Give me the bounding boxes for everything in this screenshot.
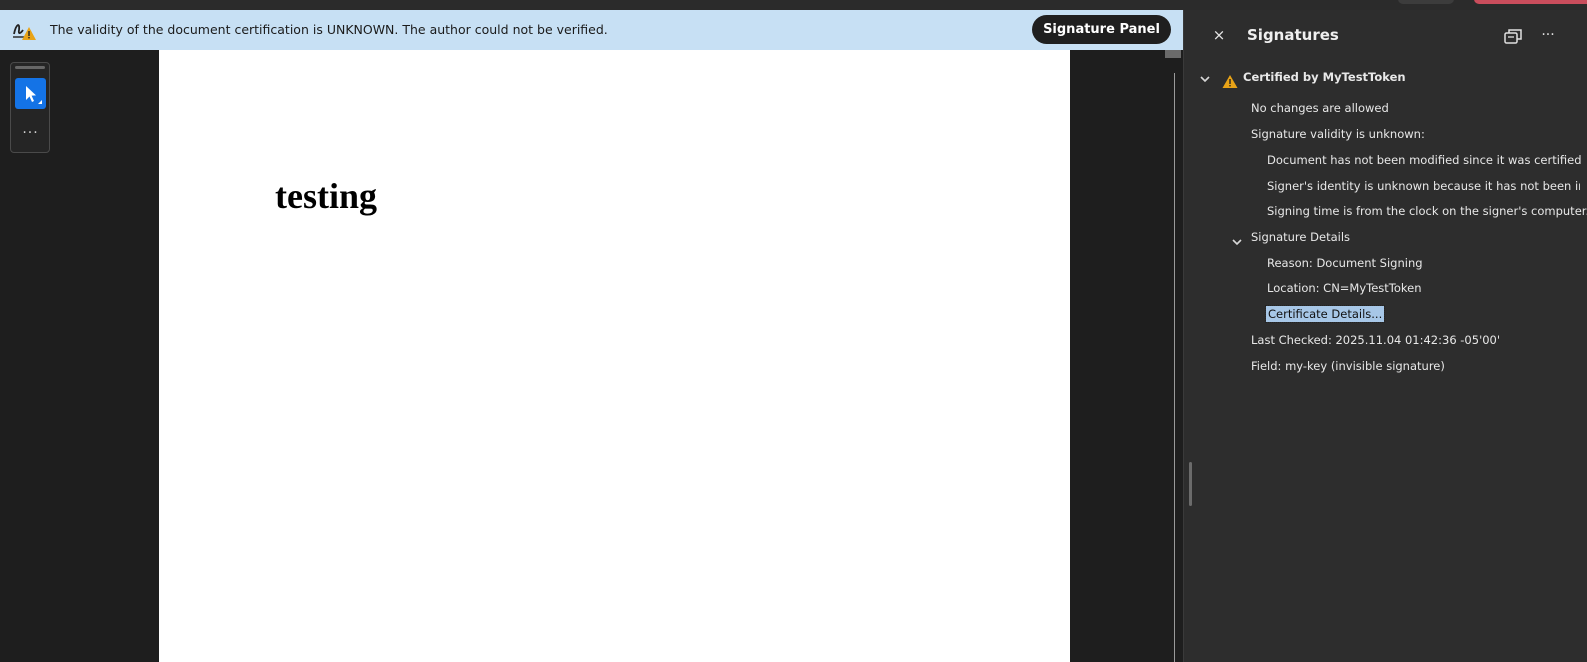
warning-icon xyxy=(1222,75,1238,88)
certification-notice-bar: The validity of the document certificati… xyxy=(0,10,1183,50)
signature-panel-button[interactable]: Signature Panel xyxy=(1032,15,1171,44)
identity-unknown-item: Signer's identity is unknown because it … xyxy=(1267,179,1580,193)
field-item: Field: my-key (invisible signature) xyxy=(1251,359,1445,373)
panel-more-icon[interactable]: ··· xyxy=(1538,26,1558,44)
popout-icon[interactable] xyxy=(1503,26,1523,46)
document-heading: testing xyxy=(275,176,377,216)
chevron-down-icon[interactable] xyxy=(1231,236,1243,248)
last-checked-item: Last Checked: 2025.11.04 01:42:36 -05'00… xyxy=(1251,333,1501,347)
scrollbar-thumb[interactable] xyxy=(1165,50,1181,58)
signing-time-item: Signing time is from the clock on the si… xyxy=(1267,204,1587,218)
top-account-pill[interactable] xyxy=(1474,0,1587,4)
validity-unknown-item: Signature validity is unknown: xyxy=(1251,127,1425,141)
certified-by-item[interactable]: Certified by MyTestToken xyxy=(1243,70,1406,84)
reason-item: Reason: Document Signing xyxy=(1267,256,1423,270)
window-top-strip xyxy=(0,0,1587,10)
certification-notice-text: The validity of the document certificati… xyxy=(50,22,608,37)
tool-rail: ··· xyxy=(10,62,50,153)
location-item: Location: CN=MyTestToken xyxy=(1267,281,1422,295)
more-tools-button[interactable]: ··· xyxy=(15,120,46,146)
signature-warning-icon xyxy=(13,24,36,40)
select-arrow-icon xyxy=(26,86,42,104)
scrollbar-track[interactable] xyxy=(1174,73,1175,662)
certificate-details-link[interactable]: Certificate Details... xyxy=(1264,305,1386,323)
document-area: The validity of the document certificati… xyxy=(0,10,1183,662)
signature-details-header[interactable]: Signature Details xyxy=(1251,230,1350,244)
top-tab-pill[interactable] xyxy=(1398,0,1454,4)
chevron-down-icon[interactable] xyxy=(1199,73,1211,85)
not-modified-item: Document has not been modified since it … xyxy=(1267,153,1582,167)
select-tool-button[interactable] xyxy=(15,78,46,109)
document-page: testing xyxy=(159,50,1070,662)
close-icon[interactable]: × xyxy=(1211,27,1227,43)
panel-resize-handle[interactable] xyxy=(1189,462,1192,506)
panel-title: Signatures xyxy=(1247,26,1339,44)
no-changes-item: No changes are allowed xyxy=(1251,101,1389,115)
tool-rail-grip[interactable] xyxy=(15,66,45,69)
